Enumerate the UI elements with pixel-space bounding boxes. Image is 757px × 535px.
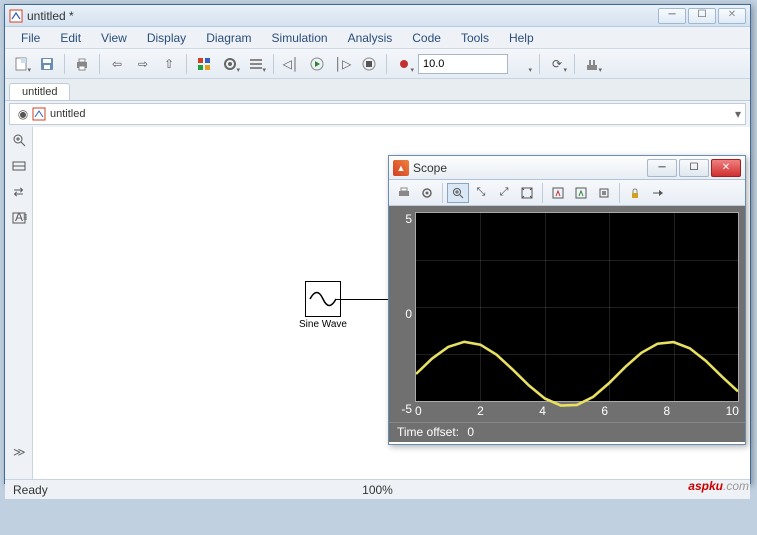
run-button[interactable] [305,52,329,76]
y-tick: 0 [405,307,412,321]
minimize-button[interactable]: ─ [658,8,686,24]
menu-simulation[interactable]: Simulation [262,29,338,47]
annotation-icon[interactable]: A≡ [8,207,30,229]
expand-chevron-icon[interactable]: ≫ [13,445,26,459]
scope-zoom-y-icon[interactable]: ⤢ [493,183,515,203]
scope-float-icon[interactable] [593,183,615,203]
zoom-level[interactable]: 100% [362,483,393,497]
watermark: aspku.com [688,470,749,496]
svg-text:A≡: A≡ [15,210,27,224]
simulation-stop-time-input[interactable] [418,54,508,74]
breadcrumb-bar: ◉ untitled ▾ [9,103,746,125]
menu-edit[interactable]: Edit [50,29,91,47]
maximize-button[interactable]: ☐ [688,8,716,24]
scope-zoom-icon[interactable] [447,183,469,203]
build-button[interactable]: ▾ [580,52,604,76]
step-back-button[interactable]: ◁│ [279,52,303,76]
menu-analysis[interactable]: Analysis [338,29,403,47]
hide-browser-button[interactable]: ◉ [14,105,32,123]
menu-tools[interactable]: Tools [451,29,499,47]
plot-box[interactable] [415,212,739,402]
close-button[interactable]: ✕ [718,8,746,24]
fast-restart-button[interactable]: ⟳▾ [545,52,569,76]
sim-mode-button[interactable]: ▾ [510,52,534,76]
scope-lock-icon[interactable] [624,183,646,203]
scope-zoom-x-icon[interactable]: ⤡ [470,183,492,203]
y-tick: 5 [405,212,412,226]
back-button[interactable]: ⇦ [105,52,129,76]
model-config-button[interactable]: ▾ [218,52,242,76]
scope-save-axes-icon[interactable] [547,183,569,203]
up-button[interactable]: ⇧ [157,52,181,76]
menu-display[interactable]: Display [137,29,196,47]
library-browser-button[interactable] [192,52,216,76]
new-button[interactable]: ▾ [9,52,33,76]
breadcrumb-text[interactable]: untitled [50,108,735,120]
app-icon [9,9,23,23]
scope-title: Scope [413,161,647,175]
scope-window: ▲ Scope ─ ☐ ✕ ⤡ ⤢ 5 0 -5 [388,155,746,445]
menu-help[interactable]: Help [499,29,544,47]
main-titlebar[interactable]: untitled * ─ ☐ ✕ [5,5,750,27]
step-forward-button[interactable]: │▷ [331,52,355,76]
scope-maximize-button[interactable]: ☐ [679,159,709,177]
menubar: File Edit View Display Diagram Simulatio… [5,27,750,49]
main-toolbar: ▾ ⇦ ⇨ ⇧ ▾ ▾ ◁│ │▷ ▾ ▾ ⟳▾ ▾ [5,49,750,79]
palette-toolbar: ⇄ A≡ [5,127,33,479]
save-button[interactable] [35,52,59,76]
block-label: Sine Wave [299,319,347,330]
zoom-in-icon[interactable] [8,129,30,151]
scope-params-icon[interactable] [416,183,438,203]
scope-plot-area: 5 0 -5 0 2 4 6 [389,206,745,422]
breadcrumb-dropdown-icon[interactable]: ▾ [735,107,741,121]
scope-autoscale-icon[interactable] [516,183,538,203]
fit-view-icon[interactable] [8,155,30,177]
record-button[interactable]: ▾ [392,52,416,76]
scope-minimize-button[interactable]: ─ [647,159,677,177]
scope-restore-axes-icon[interactable] [570,183,592,203]
menu-view[interactable]: View [91,29,137,47]
model-tabs: untitled [5,79,750,101]
scope-app-icon: ▲ [393,160,409,176]
window-title: untitled * [27,9,658,23]
signal-line[interactable] [336,299,396,300]
scope-signal-selector-icon[interactable] [647,183,669,203]
y-axis: 5 0 -5 [395,212,415,416]
menu-code[interactable]: Code [402,29,451,47]
scope-toolbar: ⤡ ⤢ [389,180,745,206]
print-button[interactable] [70,52,94,76]
tab-untitled[interactable]: untitled [9,83,70,100]
stop-button[interactable] [357,52,381,76]
y-tick: -5 [401,402,412,416]
menu-diagram[interactable]: Diagram [196,29,261,47]
scope-close-button[interactable]: ✕ [711,159,741,177]
forward-button[interactable]: ⇨ [131,52,155,76]
menu-file[interactable]: File [11,29,50,47]
model-icon [32,107,46,121]
model-explorer-button[interactable]: ▾ [244,52,268,76]
scope-titlebar[interactable]: ▲ Scope ─ ☐ ✕ [389,156,745,180]
swap-icon[interactable]: ⇄ [8,181,30,203]
scope-print-icon[interactable] [393,183,415,203]
block-sine-wave[interactable]: Sine Wave [299,281,347,330]
status-text: Ready [13,483,48,497]
